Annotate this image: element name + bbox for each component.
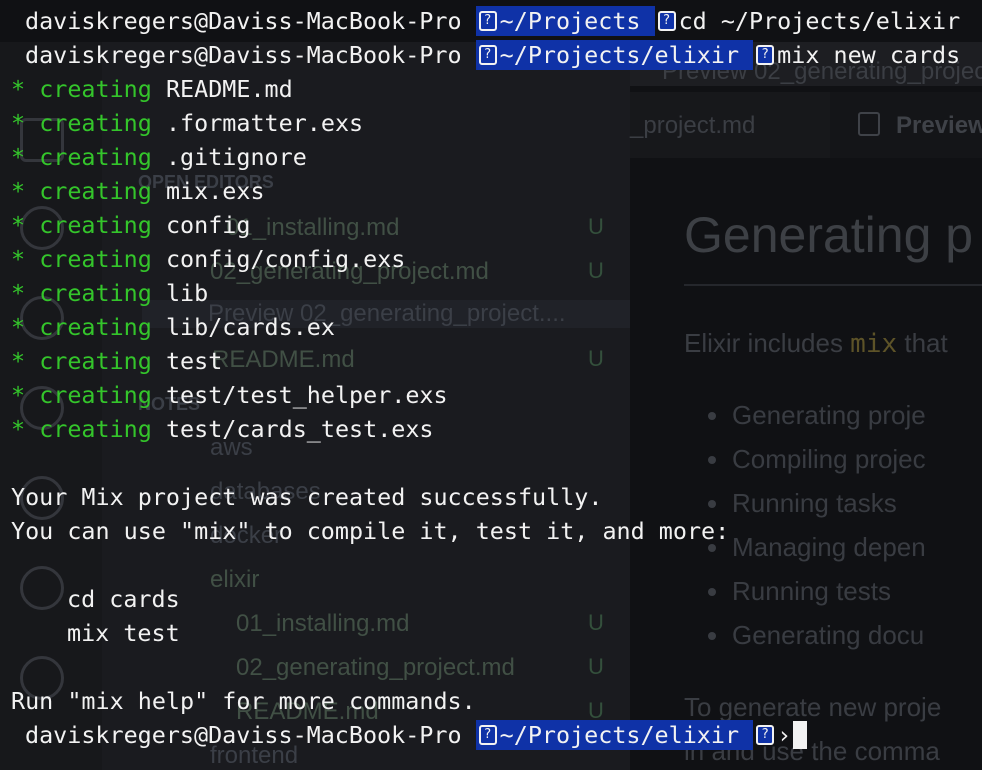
created-file: config/config.exs xyxy=(165,245,406,273)
prompt-user-host: daviskregers@Daviss-MacBook-Pro xyxy=(25,721,462,749)
prompt-user-host: daviskregers@Daviss-MacBook-Pro xyxy=(25,7,462,35)
created-file: README.md xyxy=(165,75,293,103)
prompt-user-host: daviskregers@Daviss-MacBook-Pro xyxy=(25,41,462,69)
created-file: test/cards_test.exs xyxy=(165,415,434,443)
prompt-path-segment: ? ~/Projects/elixir xyxy=(475,40,754,70)
prompt-command: mix new cards xyxy=(777,41,961,69)
output-usage-message: You can use "mix" to compile it, test it… xyxy=(11,517,730,545)
created-file: test xyxy=(165,347,223,375)
created-file: lib xyxy=(165,279,209,307)
created-file: .gitignore xyxy=(165,143,307,171)
output-create-line: * creating test/test_helper.exs xyxy=(11,381,448,409)
created-file: lib/cards.ex xyxy=(165,313,335,341)
prompt-path: ~/Projects xyxy=(499,7,641,35)
output-create-line: * creating .formatter.exs xyxy=(11,109,364,137)
powerline-arrow-icon: ? xyxy=(756,725,775,745)
output-create-line: * creating test xyxy=(11,347,223,375)
prompt-command: cd ~/Projects/elixir xyxy=(678,7,961,35)
output-create-line: * creating mix.exs xyxy=(11,177,265,205)
prompt-line: daviskregers@Daviss-MacBook-Pro ? ~/Proje… xyxy=(25,6,960,36)
output-hint-command: cd cards xyxy=(67,585,180,613)
prompt-path: ~/Projects/elixir xyxy=(499,41,740,69)
created-file: test/test_helper.exs xyxy=(165,381,448,409)
output-create-line: * creating lib/cards.ex xyxy=(11,313,335,341)
powerline-separator-icon: ? xyxy=(478,11,497,31)
prompt-chevron-icon: › xyxy=(777,721,792,749)
created-file: .formatter.exs xyxy=(165,109,364,137)
powerline-arrow-icon: ? xyxy=(756,45,775,65)
output-help-message: Run "mix help" for more commands. xyxy=(11,687,476,715)
output-create-line: * creating .gitignore xyxy=(11,143,307,171)
powerline-arrow-icon: ? xyxy=(657,11,676,31)
prompt-line-current[interactable]: daviskregers@Daviss-MacBook-Pro ? ~/Proje… xyxy=(25,720,808,750)
output-create-line: * creating config/config.exs xyxy=(11,245,406,273)
prompt-path-segment: ? ~/Projects/elixir xyxy=(475,720,754,750)
terminal-window[interactable]: daviskregers@Daviss-MacBook-Pro ? ~/Proje… xyxy=(0,0,982,770)
output-create-line: * creating config xyxy=(11,211,251,239)
created-file: mix.exs xyxy=(165,177,265,205)
prompt-path: ~/Projects/elixir xyxy=(499,721,740,749)
prompt-line: daviskregers@Daviss-MacBook-Pro ? ~/Proje… xyxy=(25,40,960,70)
output-create-line: * creating lib xyxy=(11,279,209,307)
prompt-path-segment: ? ~/Projects xyxy=(475,6,655,36)
output-success-message: Your Mix project was created successfull… xyxy=(11,483,603,511)
powerline-separator-icon: ? xyxy=(478,725,497,745)
output-create-line: * creating README.md xyxy=(11,75,293,103)
created-file: config xyxy=(165,211,251,239)
powerline-separator-icon: ? xyxy=(478,45,497,65)
output-hint-command: mix test xyxy=(67,619,180,647)
output-create-line: * creating test/cards_test.exs xyxy=(11,415,434,443)
text-cursor[interactable] xyxy=(793,721,808,749)
